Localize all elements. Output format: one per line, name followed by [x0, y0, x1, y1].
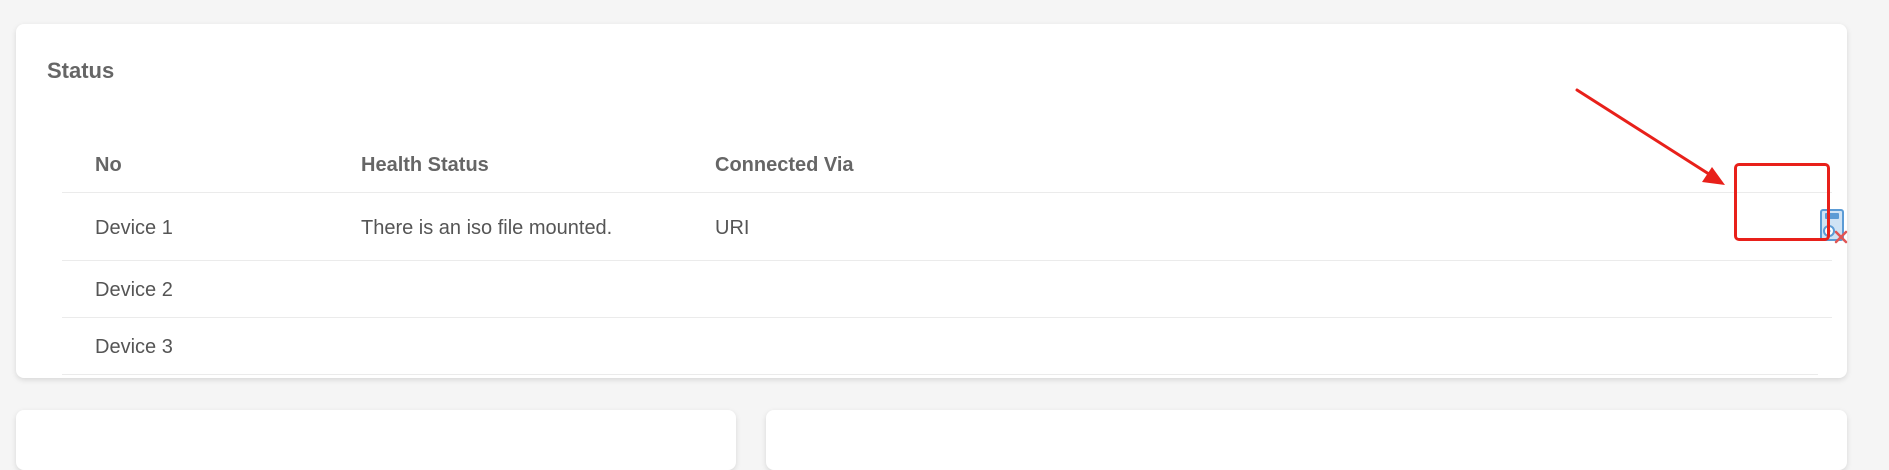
- device-status-table: No Health Status Connected Via Device 1 …: [62, 128, 1848, 375]
- bottom-left-panel: [16, 410, 736, 470]
- device-name: Device 2: [95, 279, 173, 301]
- column-header-connected-via: Connected Via: [715, 154, 854, 176]
- connected-via-text: URI: [715, 217, 750, 239]
- status-panel: Status No Health Status Connected Via De…: [16, 24, 1848, 378]
- health-status-text: There is an iso file mounted.: [361, 217, 613, 239]
- table-row: Device 1 There is an iso file mounted. U…: [62, 193, 1848, 261]
- unmount-iso-button[interactable]: [1813, 207, 1853, 247]
- table-row: Device 3: [62, 318, 1818, 375]
- column-header-health-status: Health Status: [361, 154, 489, 176]
- bottom-right-panel: [766, 410, 1847, 470]
- column-header-no: No: [95, 154, 122, 176]
- status-panel-title: Status: [47, 58, 115, 83]
- table-header-row: No Health Status Connected Via: [62, 128, 1832, 193]
- unmount-iso-icon: [1820, 209, 1848, 244]
- device-name: Device 1: [95, 217, 173, 239]
- table-row: Device 2: [62, 261, 1832, 318]
- device-name: Device 3: [95, 336, 173, 358]
